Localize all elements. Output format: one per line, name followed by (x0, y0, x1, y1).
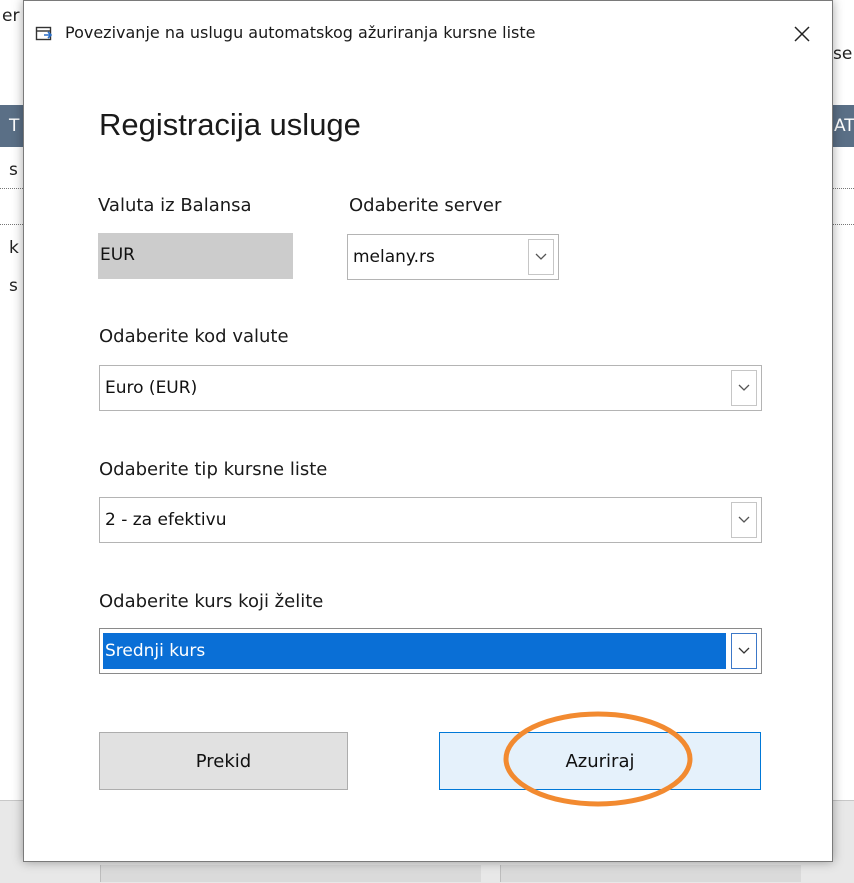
server-select-value: melany.rs (353, 247, 435, 267)
chevron-down-icon (738, 647, 750, 654)
bg-fragment: T (9, 116, 20, 136)
chevron-down-icon (535, 253, 547, 260)
currency-code-label: Odaberite kod valute (99, 326, 289, 347)
close-button[interactable] (782, 15, 822, 53)
bg-divider (0, 188, 23, 189)
bg-fragment: se (833, 44, 853, 64)
list-type-dropdown-button[interactable] (731, 502, 757, 538)
currency-code-dropdown-button[interactable] (731, 370, 757, 406)
bg-fragment: er (2, 6, 20, 26)
server-select[interactable]: melany.rs (347, 234, 559, 280)
page-title: Registracija usluge (99, 107, 361, 142)
server-dropdown-button[interactable] (528, 239, 554, 275)
bg-fragment: s (9, 276, 18, 296)
server-label: Odaberite server (349, 195, 502, 216)
list-type-select-value: 2 - za efektivu (105, 510, 227, 530)
list-type-select[interactable]: 2 - za efektivu (99, 497, 762, 543)
chevron-down-icon (738, 516, 750, 523)
rate-select-value: Srednji kurs (105, 641, 206, 661)
chevron-down-icon (738, 384, 750, 391)
bg-fragment: AT (834, 116, 854, 136)
currency-readonly-field: EUR (98, 233, 293, 279)
bg-bottom-cell (500, 865, 801, 882)
rate-select[interactable]: Srednji kurs (99, 628, 762, 674)
cancel-button[interactable]: Prekid (99, 732, 348, 790)
list-type-label: Odaberite tip kursne liste (99, 459, 328, 480)
service-registration-dialog: Povezivanje na uslugu automatskog ažurir… (23, 0, 833, 862)
bg-divider (833, 188, 854, 189)
bg-fragment: k (9, 238, 19, 258)
title-bar[interactable]: Povezivanje na uslugu automatskog ažurir… (24, 1, 832, 65)
currency-label: Valuta iz Balansa (98, 195, 252, 216)
bg-bottom-cell (100, 865, 481, 882)
currency-code-select[interactable]: Euro (EUR) (99, 365, 762, 411)
bg-divider (833, 224, 854, 225)
rate-label: Odaberite kurs koji želite (99, 591, 324, 612)
window-title: Povezivanje na uslugu automatskog ažurir… (65, 23, 536, 42)
update-button[interactable]: Azuriraj (439, 732, 761, 790)
currency-code-select-value: Euro (EUR) (105, 378, 198, 398)
rate-dropdown-button[interactable] (731, 633, 757, 669)
bg-divider (0, 224, 23, 225)
bg-fragment: s (9, 160, 18, 180)
close-icon (794, 26, 810, 42)
app-icon (35, 26, 53, 41)
